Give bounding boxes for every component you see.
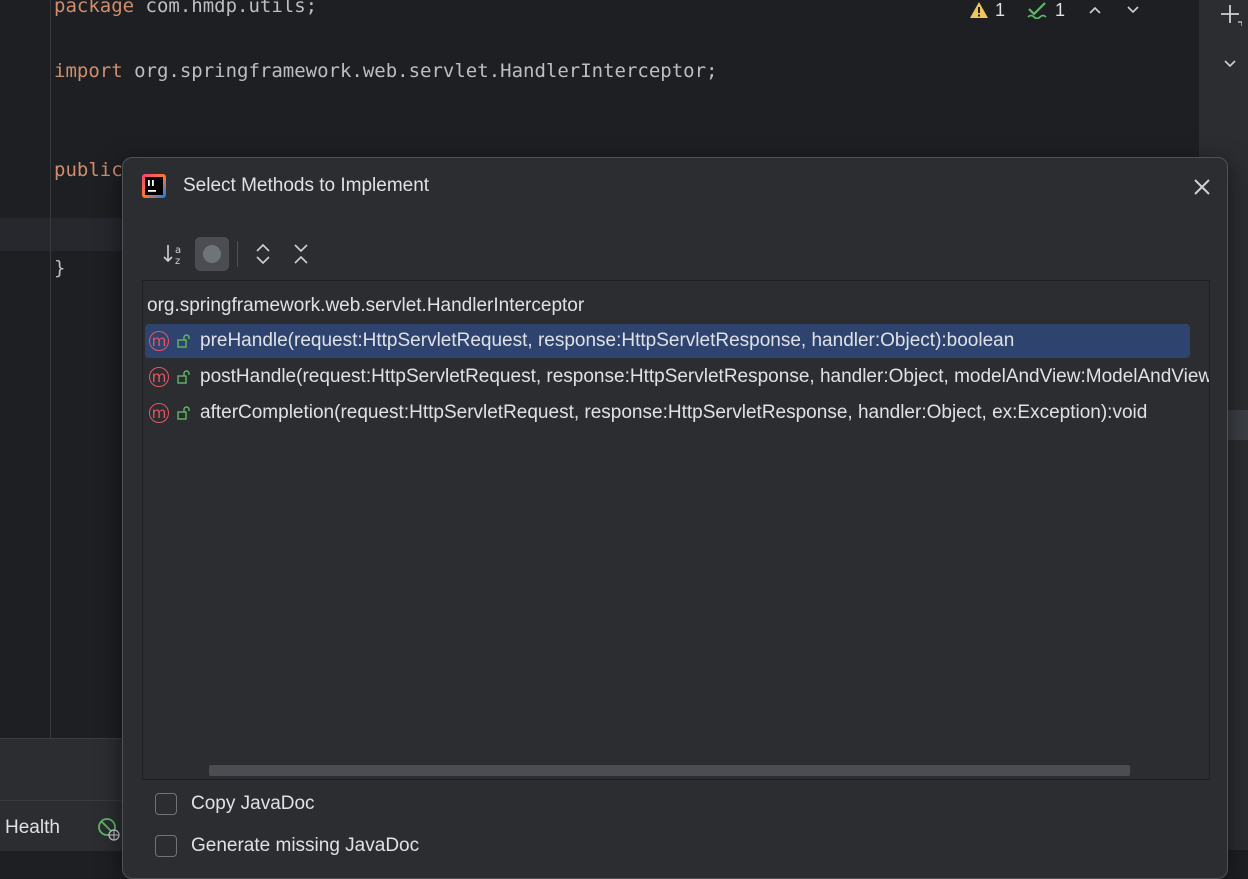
- horizontal-scrollbar[interactable]: [209, 765, 1130, 776]
- no-connection-icon[interactable]: [97, 817, 121, 841]
- chevron-down-icon[interactable]: [1222, 56, 1238, 72]
- next-highlight-icon[interactable]: [1125, 2, 1141, 18]
- method-row-prehandle[interactable]: m preHandle(request:HttpServletRequest, …: [145, 324, 1190, 358]
- dialog-toolbar: a z: [157, 237, 322, 271]
- code-text: com.hmdp.utils;: [134, 0, 318, 17]
- expand-all-button[interactable]: [246, 237, 280, 271]
- methods-tree[interactable]: org.springframework.web.servlet.HandlerI…: [142, 280, 1210, 780]
- show-classes-toggle[interactable]: [195, 237, 229, 271]
- unlocked-icon: [177, 370, 190, 384]
- keyword: package: [54, 0, 135, 17]
- code-line-close-brace: }: [54, 256, 65, 280]
- svg-text:z: z: [175, 256, 180, 266]
- health-label[interactable]: Health: [5, 817, 60, 839]
- warning-icon: [969, 2, 988, 18]
- method-label: preHandle(request:HttpServletRequest, re…: [200, 330, 1015, 351]
- copy-javadoc-option[interactable]: Copy JavaDoc: [155, 793, 315, 815]
- copy-javadoc-label: Copy JavaDoc: [191, 793, 315, 814]
- method-icon: m: [149, 367, 169, 387]
- method-row-aftercompletion[interactable]: m afterCompletion(request:HttpServletReq…: [145, 396, 1190, 430]
- typo-check-icon: [1027, 2, 1047, 19]
- typo-count: 1: [1054, 0, 1065, 20]
- expand-all-icon: [256, 243, 270, 265]
- inspection-widget[interactable]: 1 1: [969, 0, 1141, 20]
- tree-root-interface[interactable]: org.springframework.web.servlet.HandlerI…: [147, 295, 584, 317]
- sort-alphabetically-icon: a z: [163, 245, 181, 266]
- gutter-divider: [50, 0, 51, 738]
- intellij-logo-icon: [142, 174, 166, 198]
- generate-javadoc-checkbox[interactable]: [155, 835, 177, 857]
- select-methods-dialog: Select Methods to Implement a z org.spri…: [122, 157, 1228, 879]
- generate-javadoc-option[interactable]: Generate missing JavaDoc: [155, 835, 419, 857]
- code-line-package: package com.hmdp.utils;: [54, 0, 317, 18]
- keyword: public: [54, 159, 123, 181]
- add-icon[interactable]: [1218, 2, 1242, 26]
- warning-count: 1: [994, 0, 1005, 20]
- svg-text:a: a: [175, 245, 181, 256]
- scroll-marker: [1227, 410, 1248, 440]
- keyword: import: [54, 60, 123, 82]
- method-icon: m: [149, 331, 169, 351]
- method-row-posthandle[interactable]: m postHandle(request:HttpServletRequest,…: [145, 360, 1210, 394]
- code-line-import: import org.springframework.web.servlet.H…: [54, 59, 717, 83]
- dialog-title: Select Methods to Implement: [183, 175, 430, 196]
- collapse-all-icon: [294, 244, 308, 264]
- method-label: afterCompletion(request:HttpServletReque…: [200, 402, 1148, 423]
- copy-javadoc-checkbox[interactable]: [155, 793, 177, 815]
- generate-javadoc-label: Generate missing JavaDoc: [191, 835, 420, 856]
- previous-highlight-icon[interactable]: [1087, 2, 1103, 18]
- sort-alphabetically-button[interactable]: a z: [157, 237, 191, 271]
- unlocked-icon: [177, 334, 190, 348]
- code-text: }: [54, 257, 66, 279]
- method-icon: m: [149, 403, 169, 423]
- method-label: postHandle(request:HttpServletRequest, r…: [200, 366, 1210, 387]
- collapse-all-button[interactable]: [284, 237, 318, 271]
- code-text: org.springframework.web.servlet.HandlerI…: [122, 60, 718, 82]
- close-icon[interactable]: [1191, 176, 1213, 198]
- toolbar-divider: [237, 241, 238, 267]
- code-line-class: public: [54, 158, 123, 182]
- circle-toggle-icon: [203, 245, 221, 263]
- unlocked-icon: [177, 406, 190, 420]
